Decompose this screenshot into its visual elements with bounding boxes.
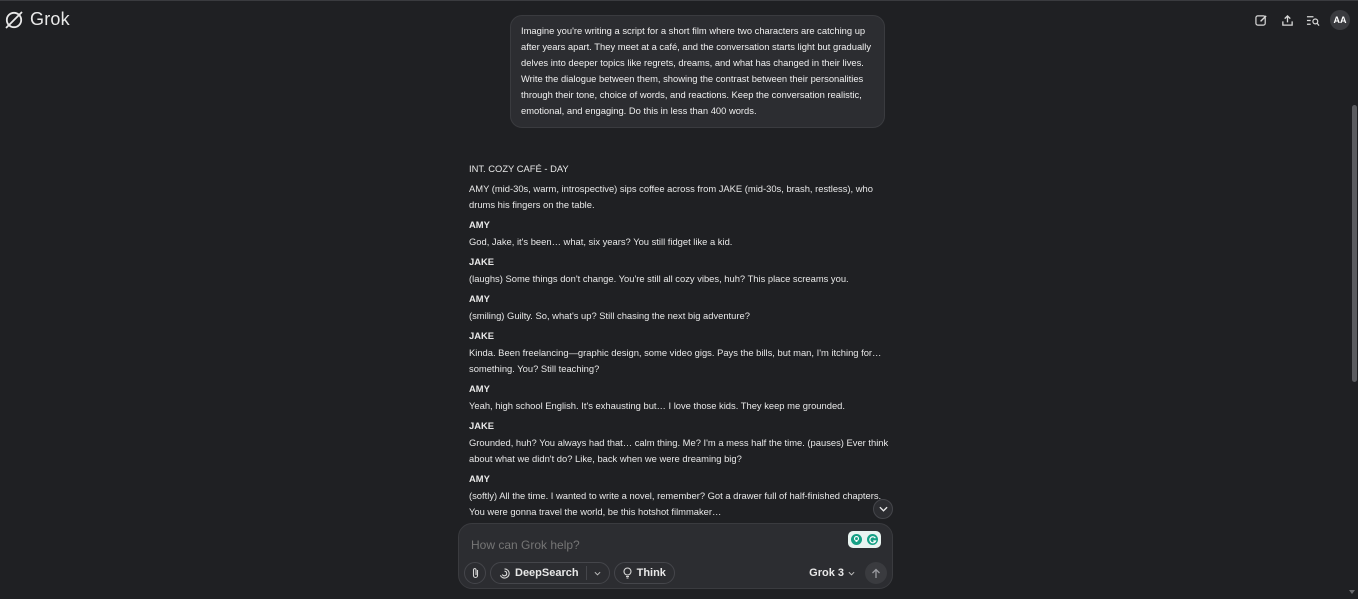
composer-toolbar: DeepSearch Think Grok 3 <box>464 562 887 584</box>
user-message: Imagine you're writing a script for a sh… <box>510 15 885 128</box>
dialogue-speaker: JAKE <box>469 420 495 431</box>
scrollbar[interactable] <box>1350 105 1358 385</box>
deepsearch-button[interactable]: DeepSearch <box>490 562 610 584</box>
chevron-down-icon <box>878 506 888 512</box>
dialogue-line: (softly) All the time. I wanted to write… <box>469 490 882 517</box>
dialogue-speaker: AMY <box>469 383 490 394</box>
avatar[interactable]: AA <box>1330 10 1350 30</box>
dialogue-speaker: AMY <box>469 293 490 304</box>
scrollbar-thumb[interactable] <box>1352 105 1357 382</box>
header-actions: AA <box>1252 10 1350 30</box>
dialogue-line: Yeah, high school English. It's exhausti… <box>469 400 845 411</box>
dialogue-line: (laughs) Some things don't change. You'r… <box>469 273 849 284</box>
model-selector[interactable]: Grok 3 <box>809 567 855 579</box>
app-name: Grok <box>30 9 70 29</box>
scroll-to-bottom-button[interactable] <box>873 499 893 519</box>
send-button[interactable] <box>865 562 887 584</box>
grammarly-icon <box>867 534 879 545</box>
dialogue-lines: AMY God, Jake, it's been… what, six years… <box>469 217 889 525</box>
lightbulb-icon <box>850 534 862 545</box>
dialogue-line: Grounded, huh? You always had that… calm… <box>469 437 889 464</box>
dialogue-line: God, Jake, it's been… what, six years? Y… <box>469 236 733 247</box>
top-border <box>0 0 1358 1</box>
think-button[interactable]: Think <box>613 562 675 584</box>
attach-button[interactable] <box>464 562 486 584</box>
dialogue-speaker: JAKE <box>469 330 495 341</box>
grammarly-g-icon <box>869 535 877 543</box>
history-search-icon <box>1306 15 1320 26</box>
dialogue-line: (smiling) Guilty. So, what's up? Still c… <box>469 310 750 321</box>
lightbulb-icon <box>623 567 632 579</box>
dialogue-speaker: JAKE <box>469 256 495 267</box>
scene-heading: INT. COZY CAFÉ - DAY <box>469 163 569 174</box>
dialogue-speaker: AMY <box>469 473 490 484</box>
deepsearch-icon <box>499 567 510 579</box>
deepsearch-divider <box>585 566 587 580</box>
edit-icon <box>1254 14 1267 26</box>
paperclip-icon <box>472 568 478 579</box>
grammarly-widget[interactable] <box>848 531 881 548</box>
grok-logo-icon <box>5 10 23 29</box>
composer: DeepSearch Think Grok 3 <box>458 523 893 589</box>
dialogue-line: Kinda. Been freelancing—graphic design, … <box>469 347 882 374</box>
scene-description: AMY (mid-30s, warm, introspective) sips … <box>469 183 873 210</box>
think-label: Think <box>636 567 666 579</box>
assistant-response: INT. COZY CAFÉ - DAY AMY (mid-30s, warm,… <box>469 161 889 525</box>
chevron-down-icon <box>848 571 855 576</box>
deepsearch-label: DeepSearch <box>515 567 579 579</box>
share-button[interactable] <box>1278 11 1296 29</box>
scrollbar-down-arrow[interactable] <box>1349 590 1355 594</box>
share-icon <box>1281 14 1293 26</box>
arrow-up-icon <box>872 568 880 578</box>
new-chat-button[interactable] <box>1252 11 1270 29</box>
grok-logo[interactable]: Grok <box>4 9 70 30</box>
chevron-down-icon[interactable] <box>594 571 601 576</box>
prompt-input[interactable] <box>469 537 833 553</box>
dialogue-speaker: AMY <box>469 219 490 230</box>
model-label: Grok 3 <box>809 567 844 579</box>
history-search-button[interactable] <box>1304 11 1322 29</box>
